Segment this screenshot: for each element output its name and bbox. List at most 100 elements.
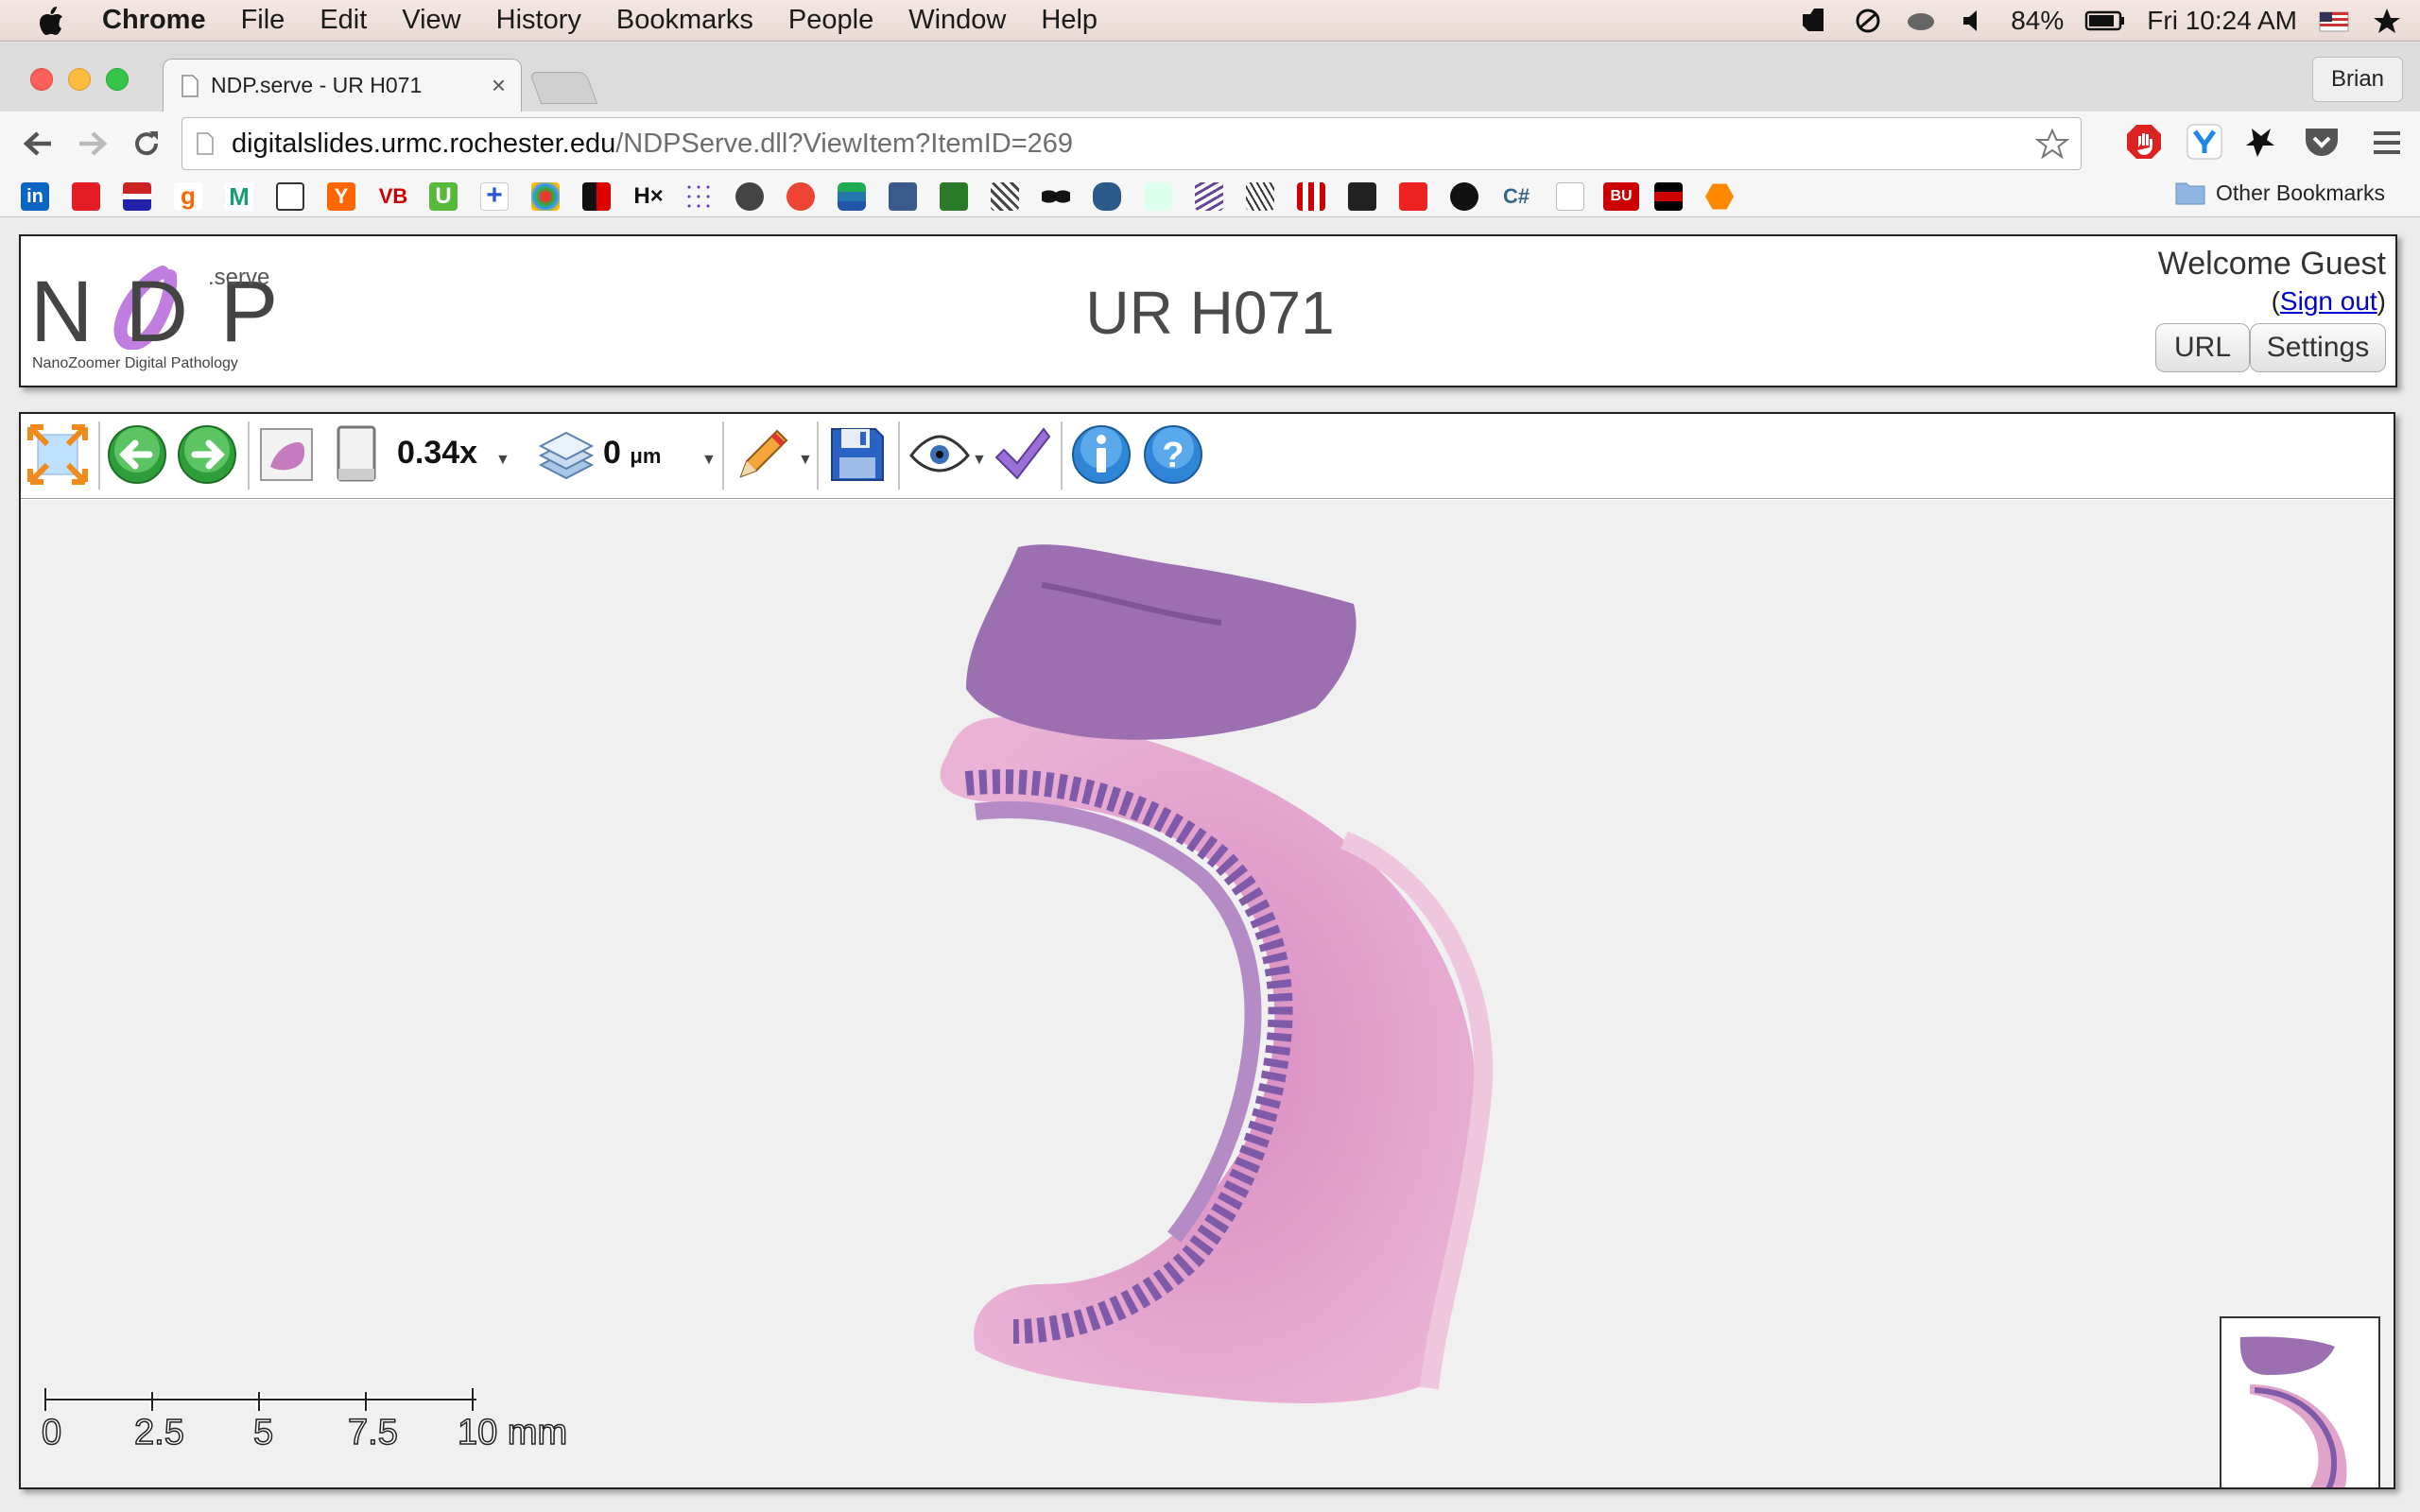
new-tab-button[interactable] xyxy=(528,72,598,104)
focus-unit: μm xyxy=(630,444,662,468)
checkmark-icon[interactable] xyxy=(991,423,1053,486)
welcome-text: Welcome Guest xyxy=(2157,246,2386,282)
menu-people[interactable]: People xyxy=(788,5,873,36)
slide-canvas[interactable]: 0 2.5 5 7.5 10 mm xyxy=(21,500,2394,1487)
info-icon[interactable] xyxy=(1070,423,1132,486)
adblock-icon[interactable] xyxy=(2125,123,2163,161)
slide-viewer: 0.34x ▼ 0 μm ▼ ▼ ▼ ? 0 2.5 5 7.5 10 mm xyxy=(19,412,2395,1489)
toolbar-separator xyxy=(898,421,900,490)
view-dropdown-icon[interactable]: ▼ xyxy=(972,452,987,469)
u-bookmark-icon[interactable]: U xyxy=(429,182,458,211)
cross-bookmark-icon[interactable] xyxy=(1654,182,1683,211)
dots-bookmark-icon[interactable] xyxy=(684,182,713,211)
menu-edit[interactable]: Edit xyxy=(320,5,367,36)
cloud-icon[interactable] xyxy=(1905,7,1937,35)
vb-bookmark-icon[interactable]: VB xyxy=(376,182,410,211)
hx-bookmark-icon[interactable]: H× xyxy=(630,182,667,211)
annotate-pencil-icon[interactable] xyxy=(732,423,794,486)
pocket-icon[interactable] xyxy=(2303,125,2341,159)
octopus-bookmark-icon[interactable] xyxy=(1093,182,1121,211)
plus-bookmark-icon[interactable]: + xyxy=(480,181,509,211)
checker-bookmark-icon[interactable] xyxy=(582,182,611,211)
close-window-button[interactable] xyxy=(30,68,53,91)
forward-green-icon[interactable] xyxy=(176,423,238,486)
menu-window[interactable]: Window xyxy=(908,5,1006,36)
app-press-bookmark-icon[interactable] xyxy=(735,182,764,211)
help-icon[interactable]: ? xyxy=(1142,423,1204,486)
database-bookmark-icon[interactable] xyxy=(838,182,866,211)
chart-bookmark-icon[interactable] xyxy=(1297,182,1325,211)
battery-icon[interactable] xyxy=(2084,7,2126,35)
scale-label-10-mm: 10 mm xyxy=(457,1412,568,1453)
menu-help[interactable]: Help xyxy=(1041,5,1098,36)
url-button[interactable]: URL xyxy=(2155,323,2250,372)
save-floppy-icon[interactable] xyxy=(826,423,889,486)
bookmark-star-icon[interactable] xyxy=(2035,128,2069,160)
toolbar-separator xyxy=(98,421,100,490)
blank-page-bookmark-icon[interactable] xyxy=(1556,182,1584,211)
apple-icon[interactable] xyxy=(38,6,64,36)
close-tab-icon[interactable]: × xyxy=(492,71,506,100)
minimize-window-button[interactable] xyxy=(68,68,91,91)
csharp-bookmark-icon[interactable]: C# xyxy=(1499,182,1533,211)
menu-file[interactable]: File xyxy=(241,5,285,36)
page-info-icon[interactable] xyxy=(196,131,215,156)
news-bookmark-icon[interactable] xyxy=(276,182,304,211)
h-blue-bookmark-icon[interactable] xyxy=(889,182,917,211)
zoom-window-button[interactable] xyxy=(106,68,129,91)
network-bookmark-icon[interactable] xyxy=(1144,182,1172,211)
hacker-news-bookmark-icon[interactable]: Y xyxy=(327,182,355,211)
url-host: digitalslides.urmc.rochester.edu xyxy=(232,128,616,159)
menu-view[interactable]: View xyxy=(402,5,460,36)
bu-bookmark-icon[interactable]: BU xyxy=(1603,182,1639,211)
focus-value[interactable]: 0 μm xyxy=(603,435,661,472)
zoom-level[interactable]: 0.34x xyxy=(397,435,477,472)
linkedin-bookmark-icon[interactable]: in xyxy=(21,182,49,211)
evernote-icon[interactable] xyxy=(1799,7,1831,35)
ninja-extension-icon[interactable] xyxy=(2244,123,2282,161)
it-bookmark-icon[interactable] xyxy=(1399,182,1427,211)
lines-bookmark-icon[interactable] xyxy=(991,182,1019,211)
profile-button[interactable]: Brian xyxy=(2312,57,2403,102)
w-green-bookmark-icon[interactable] xyxy=(940,182,968,211)
navigation-thumbnail[interactable] xyxy=(2220,1316,2380,1487)
feather-bookmark-icon[interactable] xyxy=(1195,182,1223,211)
reload-icon[interactable] xyxy=(130,128,163,160)
sync-icon[interactable] xyxy=(1852,7,1884,35)
y-extension-icon[interactable] xyxy=(2186,123,2223,161)
menu-history[interactable]: History xyxy=(496,5,581,36)
back-arrow-icon[interactable] xyxy=(21,129,55,159)
github-bookmark-icon[interactable] xyxy=(1450,182,1478,211)
chrome-menu-icon[interactable] xyxy=(2371,129,2403,157)
focus-dropdown-icon[interactable]: ▼ xyxy=(701,452,717,469)
fit-to-screen-icon[interactable] xyxy=(26,423,89,486)
menu-bookmarks[interactable]: Bookmarks xyxy=(616,5,753,36)
bowtie-bookmark-icon[interactable] xyxy=(1042,182,1070,211)
volume-icon[interactable] xyxy=(1958,7,1990,35)
back-green-icon[interactable] xyxy=(106,423,168,486)
address-bar[interactable]: digitalslides.urmc.rochester.edu /NDPSer… xyxy=(182,117,2082,170)
pinwheel-bookmark-icon[interactable] xyxy=(531,182,560,211)
slide-label-icon[interactable] xyxy=(325,423,388,486)
forward-arrow-icon[interactable] xyxy=(76,129,110,159)
slide-overview-icon[interactable] xyxy=(255,423,318,486)
settings-button[interactable]: Settings xyxy=(2250,323,2386,372)
star-icon[interactable] xyxy=(2371,7,2403,35)
eye-view-icon[interactable] xyxy=(908,423,970,486)
other-bookmarks-folder[interactable]: Other Bookmarks xyxy=(2174,180,2385,206)
tab-ndp-serve[interactable]: NDP.serve - UR H071 × xyxy=(163,59,522,112)
annotate-dropdown-icon[interactable]: ▼ xyxy=(798,452,813,469)
g-bookmark-icon[interactable]: g xyxy=(174,182,202,211)
zoom-dropdown-icon[interactable]: ▼ xyxy=(495,452,510,469)
menu-app-chrome[interactable]: Chrome xyxy=(102,5,206,36)
layers-icon[interactable] xyxy=(535,423,597,486)
red-bookmark-icon[interactable] xyxy=(72,182,100,211)
us-flag-icon[interactable] xyxy=(2318,7,2350,35)
stripes-bookmark-icon[interactable] xyxy=(1246,182,1274,211)
sign-out-link[interactable]: Sign out xyxy=(2280,286,2377,316)
dark-bookmark-icon[interactable] xyxy=(1348,182,1376,211)
tomato-bookmark-icon[interactable] xyxy=(786,182,815,211)
clock[interactable]: Fri 10:24 AM xyxy=(2147,6,2297,36)
medium-bookmark-icon[interactable]: M xyxy=(225,182,253,211)
bank-bookmark-icon[interactable] xyxy=(123,182,151,211)
